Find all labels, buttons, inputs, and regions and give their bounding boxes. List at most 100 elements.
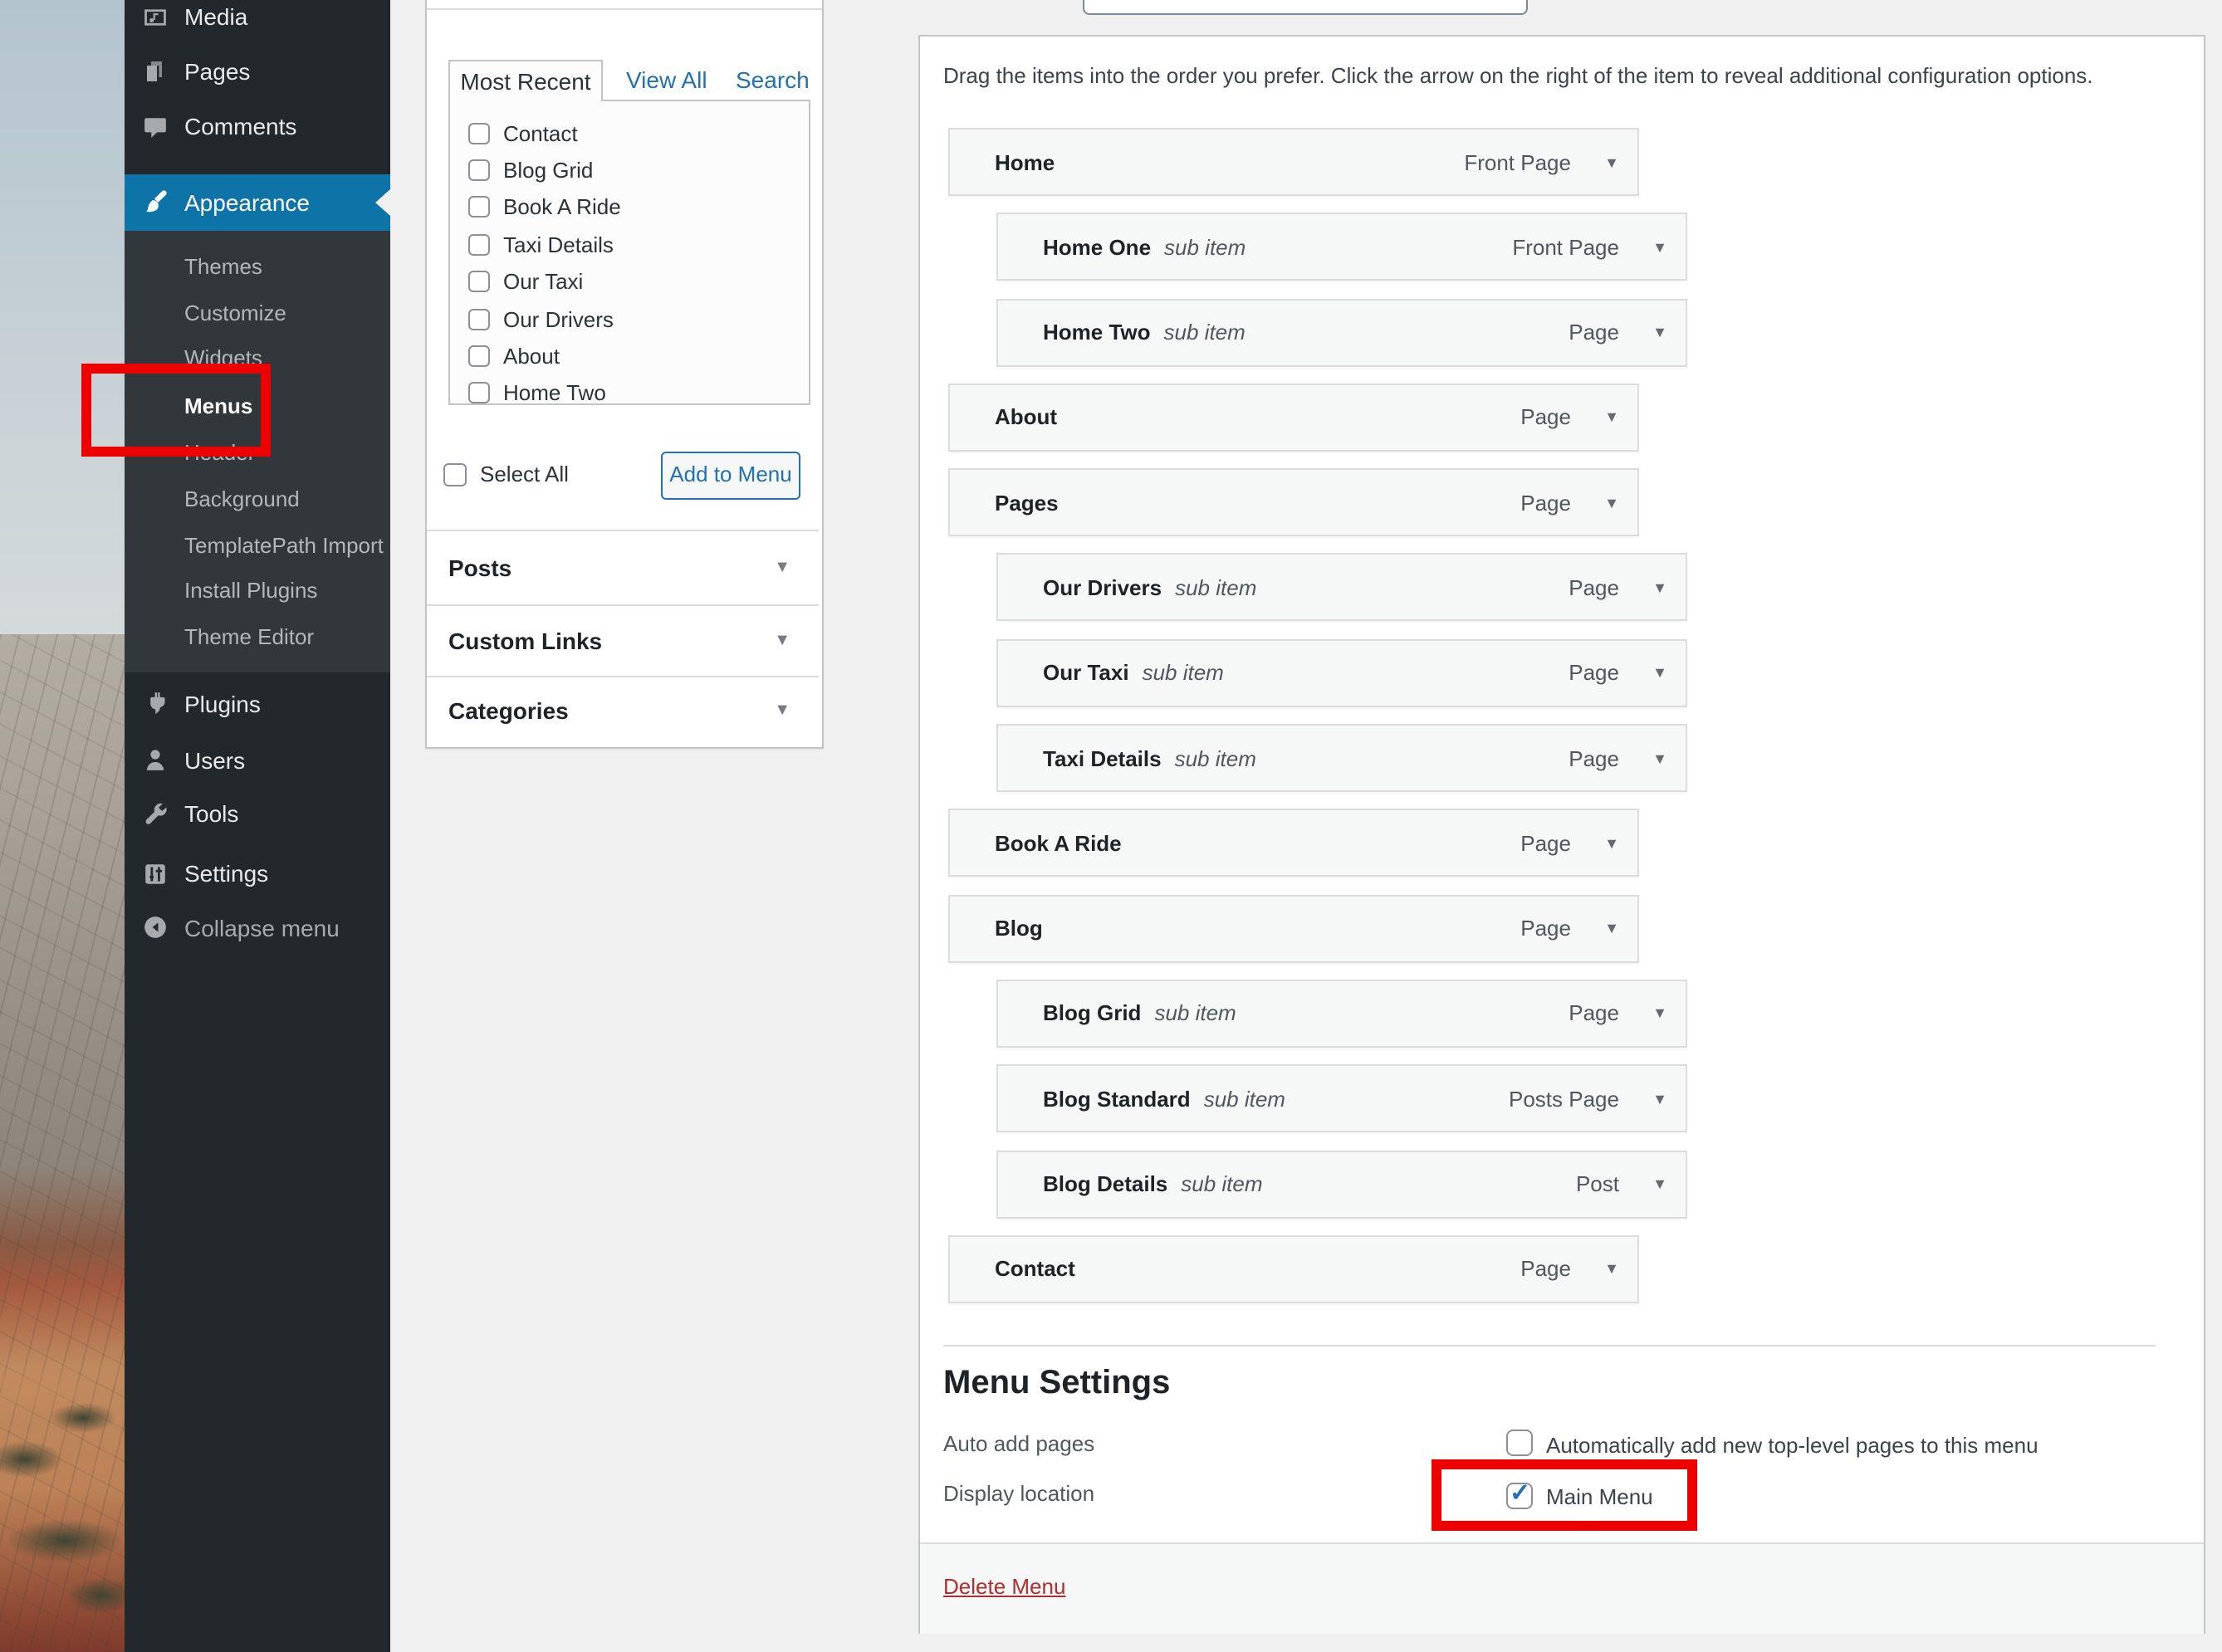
delete-menu-link[interactable]: Delete Menu: [943, 1574, 1065, 1599]
menu-item-bar[interactable]: Book A Ride Page ▼: [948, 809, 1639, 877]
sidebar-item-comments[interactable]: Comments: [125, 98, 390, 154]
page-checkbox-row[interactable]: About: [450, 338, 809, 375]
tab-search[interactable]: Search: [736, 60, 810, 101]
menu-item-name: Blog Grid: [1043, 1001, 1141, 1026]
comments-icon: [139, 114, 169, 139]
select-all-checkbox[interactable]: [443, 462, 467, 486]
page-checkbox[interactable]: [468, 197, 490, 218]
tools-wrench-icon: [139, 801, 169, 826]
menu-item-bar[interactable]: About Page ▼: [948, 384, 1639, 452]
menu-item-bar[interactable]: Our Drivers sub item Page ▼: [996, 554, 1687, 622]
menu-item-type: Page: [1520, 490, 1571, 515]
menu-item-bar[interactable]: Taxi Details sub item Page ▼: [996, 724, 1687, 792]
menu-item-sub-tag: sub item: [1175, 745, 1256, 770]
page-checkbox-label: Contact: [503, 120, 578, 145]
tab-most-recent[interactable]: Most Recent: [448, 60, 603, 101]
page-checkbox-row[interactable]: Contact: [450, 115, 809, 152]
chevron-down-icon[interactable]: ▼: [1652, 1005, 1667, 1022]
page-checkbox-row[interactable]: Book A Ride: [450, 189, 809, 227]
sidebar-item-widgets[interactable]: Widgets: [125, 335, 390, 382]
accordion-custom-links[interactable]: Custom Links ▼: [427, 604, 819, 677]
menu-item-type: Post: [1576, 1171, 1619, 1196]
chevron-down-icon[interactable]: ▼: [1652, 239, 1667, 256]
menu-item-label: Blog Grid sub item: [1043, 1001, 1236, 1026]
add-to-menu-button[interactable]: Add to Menu: [661, 452, 800, 500]
page-checkbox-row[interactable]: Taxi Details: [450, 226, 809, 263]
menu-settings-heading: Menu Settings: [943, 1365, 1170, 1403]
menu-item-label: Our Drivers sub item: [1043, 575, 1256, 600]
menu-item-label: Our Taxi sub item: [1043, 661, 1224, 686]
page-checkbox[interactable]: [468, 308, 490, 330]
checkmark-icon: ✓: [1510, 1477, 1530, 1507]
sidebar-item-theme-editor[interactable]: Theme Editor: [125, 614, 390, 661]
chevron-down-icon[interactable]: ▼: [1652, 665, 1667, 682]
menu-settings-divider: [943, 1345, 2156, 1347]
chevron-down-icon[interactable]: ▼: [1604, 154, 1619, 170]
chevron-down-icon[interactable]: ▼: [1652, 750, 1667, 766]
menu-item-bar[interactable]: Home Front Page ▼: [948, 128, 1639, 196]
menu-item-name: Home: [995, 149, 1055, 174]
sidebar-item-pages[interactable]: Pages: [125, 43, 390, 100]
menu-item-bar[interactable]: Pages Page ▼: [948, 468, 1639, 536]
menu-item-bar[interactable]: Our Taxi sub item Page ▼: [996, 639, 1687, 707]
sidebar-item-users[interactable]: Users: [125, 731, 390, 788]
sidebar-item-plugins[interactable]: Plugins: [125, 675, 390, 731]
chevron-down-icon[interactable]: ▼: [1652, 324, 1667, 340]
chevron-down-icon[interactable]: ▼: [1604, 409, 1619, 426]
sidebar-item-themes[interactable]: Themes: [125, 243, 390, 290]
menu-item-bar[interactable]: Blog Standard sub item Posts Page ▼: [996, 1065, 1687, 1133]
page-checkbox[interactable]: [468, 271, 490, 293]
menu-item-bar[interactable]: Home Two sub item Page ▼: [996, 298, 1687, 366]
chevron-down-icon[interactable]: ▼: [1652, 1091, 1667, 1107]
menu-item-type: Page: [1569, 661, 1619, 686]
menu-item-type: Page: [1569, 320, 1619, 345]
chevron-down-icon[interactable]: ▼: [1652, 1175, 1667, 1192]
sidebar-item-tools[interactable]: Tools: [125, 785, 390, 842]
chevron-down-icon[interactable]: ▼: [1604, 494, 1619, 511]
page-checkbox-row[interactable]: Our Taxi: [450, 263, 809, 301]
chevron-down-icon[interactable]: ▼: [1604, 835, 1619, 852]
page-checkbox[interactable]: [468, 345, 490, 367]
sidebar-item-customize[interactable]: Customize: [125, 290, 390, 336]
page-checkbox-row[interactable]: Our Drivers: [450, 301, 809, 338]
appearance-brush-icon: [139, 189, 169, 214]
page-checkbox[interactable]: [468, 159, 490, 181]
sidebar-collapse-menu[interactable]: Collapse menu: [125, 899, 390, 956]
menu-panel-footer: Delete Menu: [920, 1542, 2204, 1634]
menu-name-input[interactable]: [1083, 0, 1528, 15]
page-checkbox[interactable]: [468, 383, 490, 404]
select-all-row[interactable]: Select All: [443, 462, 569, 486]
auto-add-pages-checkbox[interactable]: [1506, 1430, 1533, 1456]
page-checkbox[interactable]: [468, 234, 490, 256]
menu-item-bar[interactable]: Blog Details sub item Post ▼: [996, 1150, 1687, 1218]
sidebar-item-templatepath-import[interactable]: TemplatePath Import: [125, 522, 390, 569]
menu-item-bar[interactable]: Home One sub item Front Page ▼: [996, 213, 1687, 281]
page-checkbox[interactable]: [468, 122, 490, 144]
menu-item-type: Page: [1569, 1001, 1619, 1026]
menu-item-bar[interactable]: Blog Grid sub item Page ▼: [996, 980, 1687, 1048]
page-checkbox-row[interactable]: Blog Grid: [450, 152, 809, 189]
desert-rocks: [0, 634, 125, 1652]
sidebar-item-appearance[interactable]: Appearance: [125, 174, 390, 230]
sidebar-item-background[interactable]: Background: [125, 477, 390, 523]
chevron-down-icon[interactable]: ▼: [1604, 920, 1619, 936]
shrub: [7, 1519, 123, 1562]
sidebar-item-install-plugins[interactable]: Install Plugins: [125, 568, 390, 614]
menu-item-bar[interactable]: Blog Page ▼: [948, 894, 1639, 962]
chevron-down-icon[interactable]: ▼: [1652, 579, 1667, 596]
page-checkbox-row[interactable]: Home Two: [450, 374, 809, 405]
sidebar-item-menus[interactable]: Menus: [125, 383, 390, 429]
menu-item-name: Contact: [995, 1257, 1075, 1282]
tab-view-all[interactable]: View All: [626, 60, 707, 101]
accordion-posts[interactable]: Posts ▼: [427, 530, 819, 603]
menu-item-sub-tag: sub item: [1175, 575, 1256, 600]
menu-item-name: Taxi Details: [1043, 745, 1162, 770]
sidebar-item-header[interactable]: Header: [125, 429, 390, 476]
sidebar-item-settings[interactable]: Settings: [125, 845, 390, 902]
menu-item-name: About: [995, 405, 1057, 430]
sidebar-item-media[interactable]: Media: [125, 0, 390, 45]
main-menu-checkbox[interactable]: ✓: [1506, 1482, 1533, 1508]
accordion-categories[interactable]: Categories ▼: [427, 675, 819, 745]
chevron-down-icon[interactable]: ▼: [1604, 1261, 1619, 1278]
menu-item-bar[interactable]: Contact Page ▼: [948, 1235, 1639, 1303]
